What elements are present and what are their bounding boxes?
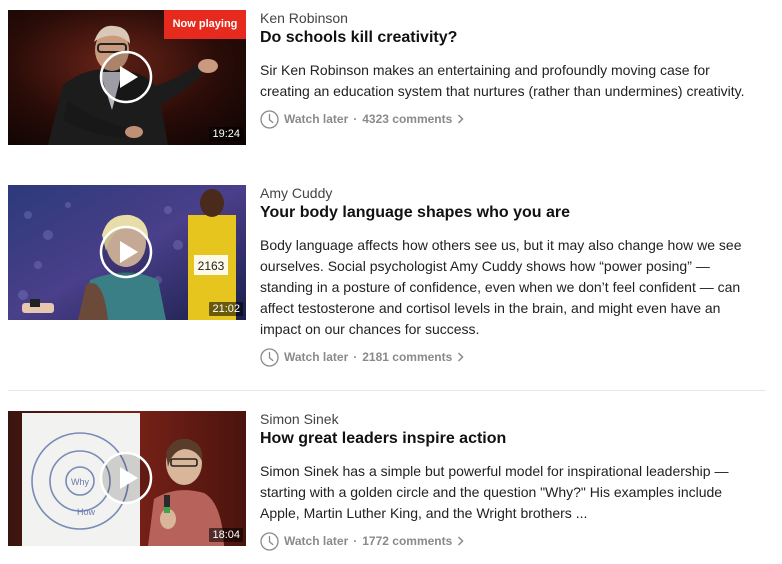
video-duration: 18:04: [209, 528, 243, 542]
play-circle-icon[interactable]: [99, 225, 153, 279]
watch-later-button[interactable]: Watch later: [284, 534, 348, 548]
clock-icon[interactable]: [260, 109, 279, 129]
talk-title-link[interactable]: How great leaders inspire action: [260, 429, 760, 449]
talk-info: Amy Cuddy Your body language shapes who …: [260, 185, 760, 367]
comments-link[interactable]: 1772 comments: [362, 534, 452, 548]
talk-speaker: Amy Cuddy: [260, 185, 333, 201]
svg-text:How: How: [77, 507, 96, 517]
talk-thumbnail[interactable]: Why How 18:04: [8, 411, 246, 546]
talk-thumbnail[interactable]: Now playing 19:24: [8, 10, 246, 145]
svg-text:2163: 2163: [198, 259, 225, 273]
play-circle-icon[interactable]: [99, 50, 153, 104]
svg-text:Why: Why: [71, 477, 90, 487]
talk-info: Ken Robinson Do schools kill creativity?…: [260, 10, 760, 129]
clock-icon[interactable]: [260, 347, 279, 367]
comments-link[interactable]: 4323 comments: [362, 112, 452, 126]
talk-description: Body language affects how others see us,…: [260, 237, 742, 337]
talk-meta: Watch later · 1772 comments: [260, 531, 760, 551]
watch-later-button[interactable]: Watch later: [284, 112, 348, 126]
talk-title-link[interactable]: Do schools kill creativity?: [260, 28, 760, 48]
watch-later-button[interactable]: Watch later: [284, 350, 348, 364]
video-duration: 19:24: [209, 127, 243, 141]
chevron-right-icon[interactable]: [457, 536, 464, 546]
talk-info: Simon Sinek How great leaders inspire ac…: [260, 411, 760, 551]
talk-meta: Watch later · 4323 comments: [260, 109, 760, 129]
meta-separator: ·: [353, 350, 358, 364]
talk-title-link[interactable]: Your body language shapes who you are: [260, 203, 760, 223]
talk-description: Simon Sinek has a simple but powerful mo…: [260, 463, 729, 521]
chevron-right-icon[interactable]: [457, 114, 464, 124]
chevron-right-icon[interactable]: [457, 352, 464, 362]
meta-separator: ·: [353, 112, 358, 126]
clock-icon[interactable]: [260, 531, 279, 551]
talk-thumbnail[interactable]: 2163 21:02: [8, 185, 246, 320]
list-divider: [8, 390, 766, 391]
comments-link[interactable]: 2181 comments: [362, 350, 452, 364]
play-circle-icon[interactable]: [99, 451, 153, 505]
meta-separator: ·: [353, 534, 358, 548]
video-duration: 21:02: [209, 302, 243, 316]
talk-meta: Watch later · 2181 comments: [260, 347, 760, 367]
talk-speaker: Simon Sinek: [260, 411, 339, 427]
talk-speaker: Ken Robinson: [260, 10, 348, 26]
now-playing-badge: Now playing: [164, 10, 246, 39]
talk-description: Sir Ken Robinson makes an entertaining a…: [260, 62, 745, 99]
